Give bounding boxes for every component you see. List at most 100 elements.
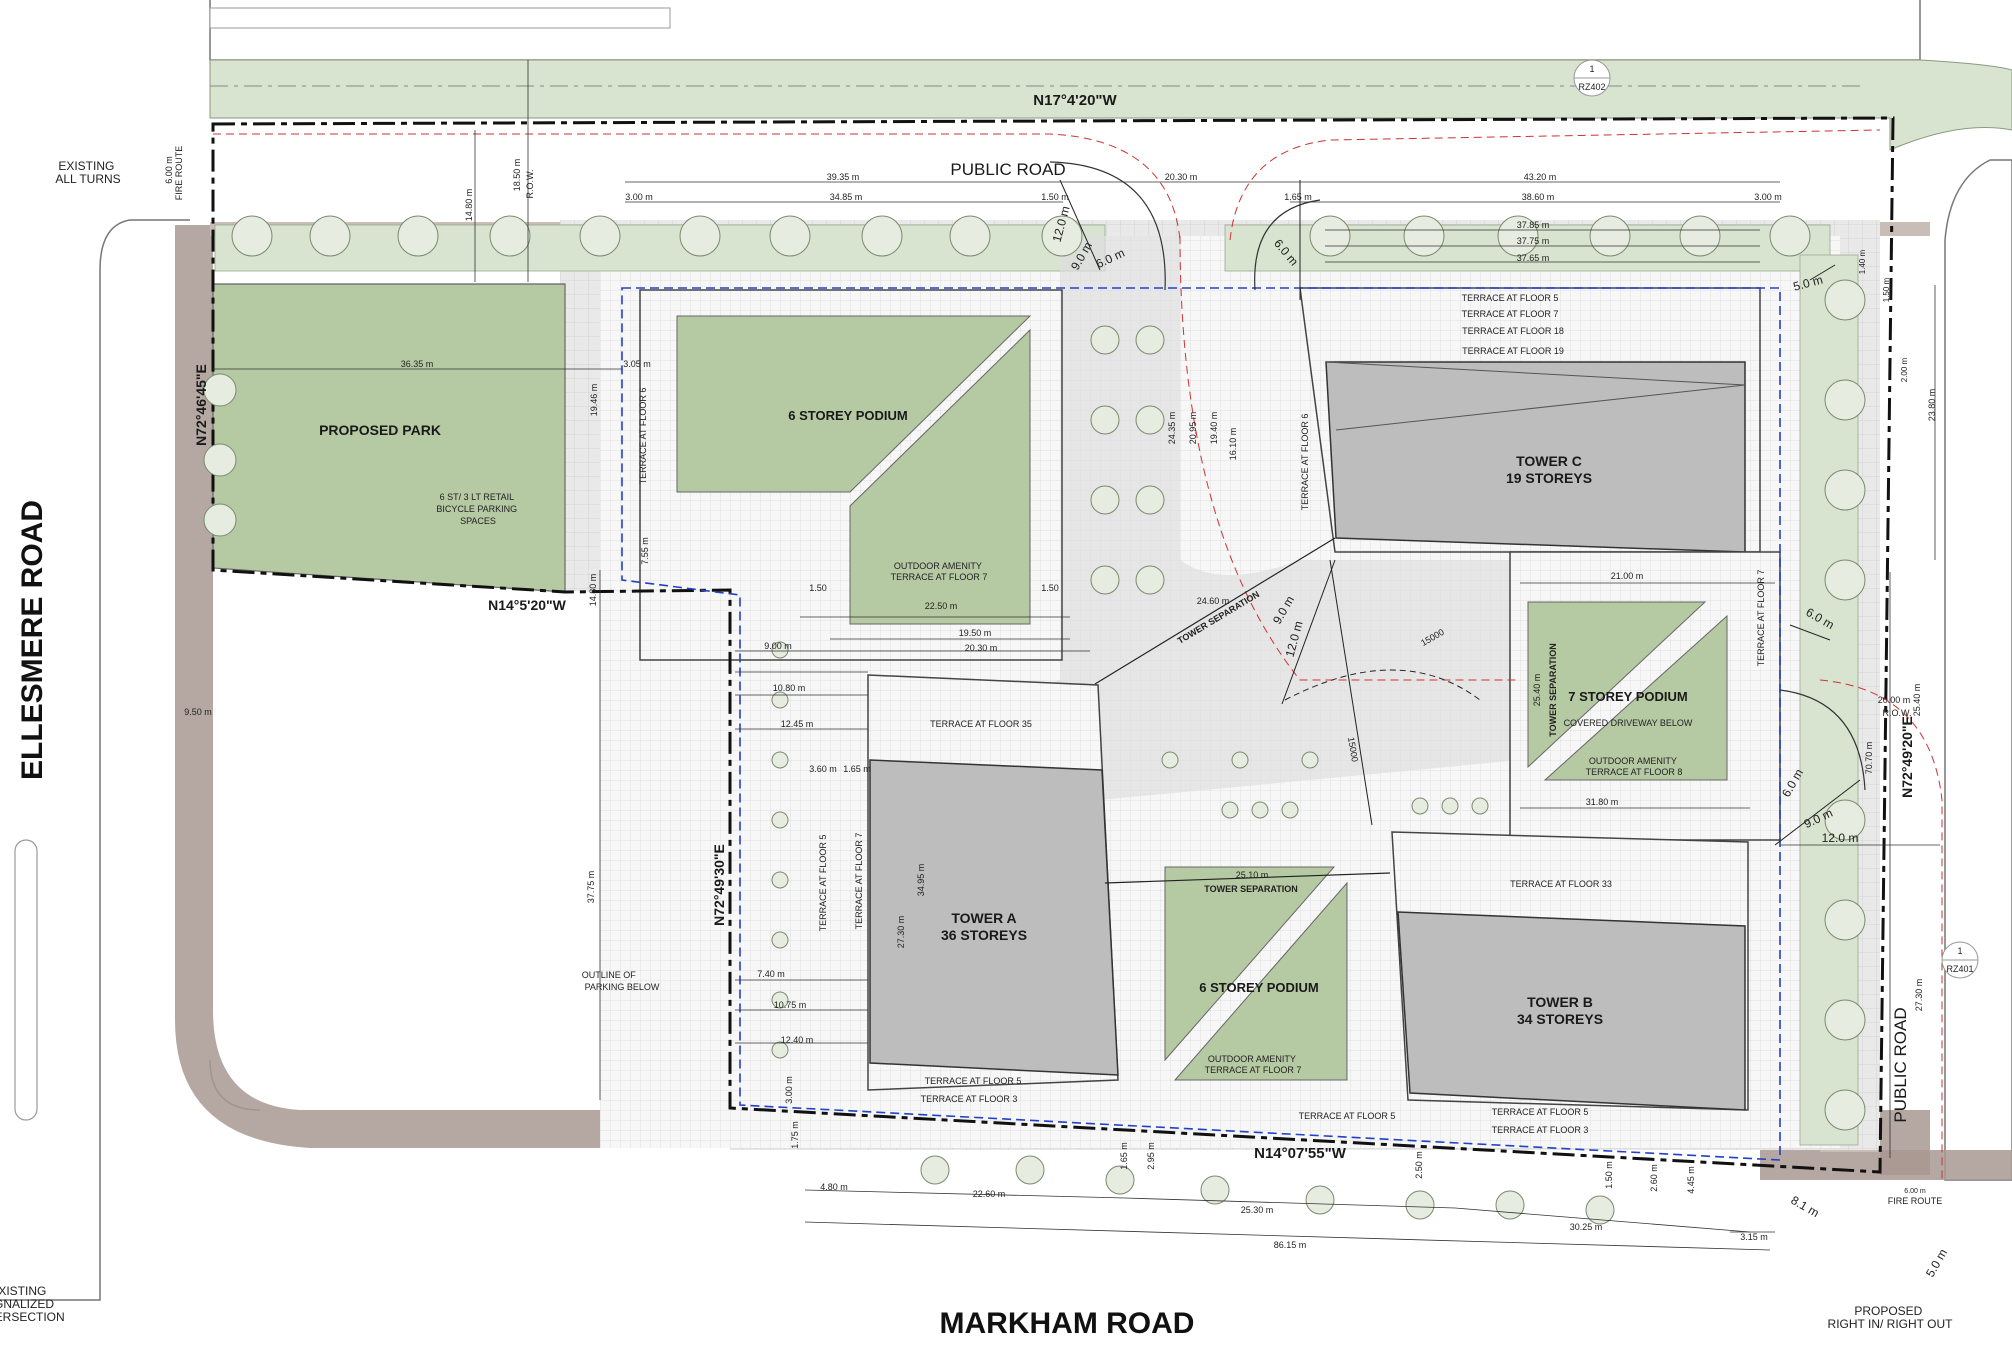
terrace-b3: TERRACE AT FLOOR 3 [1492,1125,1589,1135]
dim-3025: 30.25 m [1570,1222,1603,1232]
proposed-park [212,283,566,593]
dim-2730: 27.30 m [896,916,906,949]
section-ref-e: RZ401 [1946,964,1973,974]
dim-2540: 25.40 m [1532,674,1542,707]
dim-445: 4.45 m [1686,1166,1696,1194]
dim-2250: 22.50 m [925,601,958,611]
dim-305: 3.05 m [623,359,651,369]
dim-260: 2.60 m [1649,1164,1659,1192]
section-ref-n: RZ402 [1578,82,1605,92]
dim-1850: 18.50 m [512,159,522,192]
dim-300s: 3.00 m [784,1076,794,1104]
podium-e-covered: COVERED DRIVEWAY BELOW [1564,718,1693,728]
dim-4320: 43.20 m [1524,172,1557,182]
park-label: PROPOSED PARK [319,422,441,438]
dim-295: 2.95 m [1146,1142,1156,1170]
note-existing-all-turns: EXISTING ALL TURNS [55,159,120,186]
dim-8615: 86.15 m [1274,1240,1307,1250]
dim-3485: 34.85 m [830,192,863,202]
terrace-nw6: TERRACE AT FLOOR 6 [638,388,648,485]
dim-150a: 1.50 m [1041,192,1069,202]
dim-3180: 31.80 m [1586,797,1619,807]
podium-nw-amenity: OUTDOOR AMENITY TERRACE AT FLOOR 7 [891,561,988,582]
dim-360: 3.60 m [809,764,837,774]
section-num-n: 1 [1589,64,1594,74]
dim-1940: 19.40 m [1209,412,1219,445]
dim-2000: 20.00 m [1878,695,1911,705]
bearing-north: N17°4'20"W [1033,92,1117,109]
podium-s-amenity: OUTDOOR AMENITY TERRACE AT FLOOR 7 [1205,1054,1302,1075]
bearing-west-inner: N72°49'30"E [711,844,727,926]
dim-3775v: 37.75 m [586,871,596,904]
dim-2100: 21.00 m [1611,571,1644,581]
dim-1075: 10.75 m [774,1000,807,1010]
dim-150b: 1.50 [809,583,827,593]
dim-3765: 37.65 m [1517,253,1550,263]
tower-sep-s: TOWER SEPARATION [1204,884,1298,894]
terrace-a5: TERRACE AT FLOOR 5 [925,1076,1022,1086]
dim-1480b: 14.80 m [588,574,598,607]
dim-1240: 12.40 m [781,1035,814,1045]
tower-sep-e: TOWER SEPARATION [1548,643,1558,737]
dim-300b: 3.00 m [1754,192,1782,202]
dim-2460: 24.60 m [1197,596,1230,606]
dim-165b: 1.65 m [843,764,871,774]
dim-755: 7.55 m [640,537,650,565]
dim-1480: 14.80 m [464,189,474,222]
dim-3860: 38.60 m [1522,192,1555,202]
note-row-e: R.O.W. [1883,708,1912,718]
dim-1245: 12.45 m [781,719,814,729]
terrace-e7: TERRACE AT FLOOR 7 [1756,570,1766,667]
bearing-south: N14°07'55"W [1254,1145,1347,1162]
dim-2030b: 20.30 m [965,643,998,653]
terrace-a3: TERRACE AT FLOOR 3 [921,1094,1018,1104]
dim-150s: 1.50 m [1604,1161,1614,1189]
dim-2380: 23.80 m [1927,389,1937,422]
markham-road-label: MARKHAM ROAD [940,1307,1195,1340]
terrace-a35: TERRACE AT FLOOR 35 [930,719,1032,729]
dim-250: 2.50 m [1414,1151,1424,1179]
terrace-b5: TERRACE AT FLOOR 5 [1492,1107,1589,1117]
terrace-a7v-visible: TERRACE AT FLOOR 7 [854,833,864,930]
dim-140: 1.40 m [1858,249,1867,274]
terrace-c19: TERRACE AT FLOOR 19 [1462,346,1564,356]
note-row-n: R.O.W. [525,170,535,199]
dim-2510: 25.10 m [1236,870,1269,880]
tower-a-name: TOWER A [951,910,1016,926]
public-road-east-label: PUBLIC ROAD [1891,1007,1910,1122]
r-120c: 12.0 m [1822,831,1859,845]
dim-150c: 1.50 [1041,583,1059,593]
dim-3785: 37.85 m [1517,220,1550,230]
terrace-a5v: TERRACE AT FLOOR 5 [818,835,828,932]
dim-1610: 16.10 m [1228,428,1238,461]
terrace-b33: TERRACE AT FLOOR 33 [1510,879,1612,889]
tower-a-storeys: 36 STOREYS [941,927,1027,943]
dim-900: 9.00 m [764,641,792,651]
terrace-s5: TERRACE AT FLOOR 5 [1299,1111,1396,1121]
note-fire-route-s: FIRE ROUTE [1888,1196,1943,1206]
terrace-c6: TERRACE AT FLOOR 6 [1300,414,1310,511]
dim-1950: 19.50 m [959,628,992,638]
bearing-park-west: N72°46'45"E [193,364,209,446]
podium-s-label: 6 STOREY PODIUM [1199,980,1318,995]
dim-2730e: 27.30 m [1914,979,1924,1012]
podium-nw-label: 6 STOREY PODIUM [788,408,907,423]
dim-7070: 70.70 m [1864,742,1874,775]
section-marker-east: 1 RZ401 [1941,941,1979,979]
tower-c-storeys: 19 STOREYS [1506,470,1592,486]
podium-e-label: 7 STOREY PODIUM [1568,689,1687,704]
dim-175: 1.75 m [790,1121,800,1149]
bearing-park-south: N14°5'20"W [488,597,567,613]
dim-150e: 1.50 m [1882,277,1891,302]
terrace-c18: TERRACE AT FLOOR 18 [1462,326,1564,336]
dim-3495: 34.95 m [916,864,926,897]
dim-2530: 25.30 m [1241,1205,1274,1215]
dim-2095: 20.95 m [1188,412,1198,445]
tower-b-storeys: 34 STOREYS [1517,1011,1603,1027]
dim-2540e: 25.40 m [1912,684,1922,717]
dim-3775: 37.75 m [1517,236,1550,246]
dim-315: 3.15 m [1740,1232,1768,1242]
terrace-c7: TERRACE AT FLOOR 7 [1462,309,1559,319]
dim-600fr: 6.00 m [1904,1188,1926,1195]
bearing-east: N72°49'20"E [1899,716,1915,798]
